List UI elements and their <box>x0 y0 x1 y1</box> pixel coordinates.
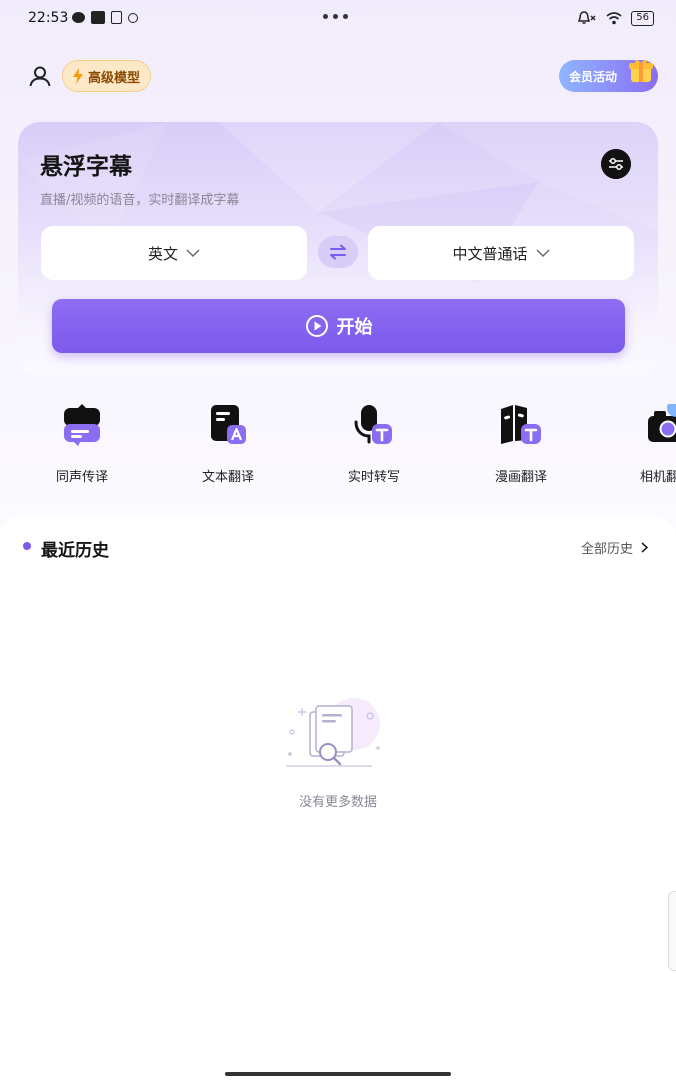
tool-comic-translation[interactable]: 漫画翻译 <box>466 404 576 485</box>
camera-icon <box>648 404 676 442</box>
chevron-down-icon <box>186 249 200 257</box>
source-language-select[interactable]: 英文 <box>41 226 307 280</box>
user-profile-icon[interactable] <box>28 64 52 88</box>
tool-text-translation[interactable]: 文本翻译 <box>173 404 283 485</box>
gift-icon <box>629 59 653 82</box>
record-icon <box>128 12 138 23</box>
advanced-model-badge[interactable]: 高级模型 <box>62 60 152 92</box>
start-label: 开始 <box>336 317 373 338</box>
status-bar: 22:53 56 <box>0 0 676 38</box>
chevron-right-icon <box>641 542 649 553</box>
chat-bubble-icon <box>64 404 100 446</box>
battery-icon: 56 <box>631 10 654 26</box>
section-dot <box>23 542 31 550</box>
more-dots-icon[interactable] <box>323 14 348 19</box>
start-button[interactable]: 开始 <box>52 299 625 353</box>
swap-languages-button[interactable] <box>318 236 358 268</box>
target-language-value: 中文普通话 <box>452 244 528 263</box>
nfc-icon <box>91 11 105 24</box>
card-title: 悬浮字幕 <box>40 154 132 180</box>
side-scroll-handle[interactable] <box>668 891 676 971</box>
recent-history-panel: 最近历史 全部历史 没有更多数据 <box>0 516 676 1080</box>
member-activity-label: 会员活动 <box>569 69 618 84</box>
settings-sliders-icon[interactable] <box>601 149 631 179</box>
empty-state-text: 没有更多数据 <box>298 795 377 810</box>
tool-label: 实时转写 <box>347 470 400 485</box>
floating-subtitle-card: 悬浮字幕 直播/视频的语音，实时翻译成字幕 英文 中文普通话 开始 <box>18 122 658 376</box>
tool-simultaneous-interpretation[interactable]: 同声传译 <box>27 404 137 485</box>
clipboard-icon <box>111 11 122 24</box>
history-title: 最近历史 <box>41 541 109 561</box>
tool-label: 文本翻译 <box>201 470 254 485</box>
wechat-icon <box>72 12 85 23</box>
bell-muted-icon <box>578 11 596 24</box>
home-indicator[interactable] <box>225 1072 451 1076</box>
status-time: 22:53 <box>28 10 69 26</box>
source-language-value: 英文 <box>147 244 178 263</box>
all-history-link[interactable]: 全部历史 <box>581 538 649 557</box>
lightning-icon <box>73 68 83 84</box>
status-system-icons: 56 <box>577 10 654 26</box>
tool-realtime-transcription[interactable]: 实时转写 <box>319 404 429 485</box>
tool-camera-translation[interactable]: 相机翻译 <box>612 404 676 485</box>
tool-label: 同声传译 <box>55 470 108 485</box>
all-history-label: 全部历史 <box>581 542 634 557</box>
comic-translate-icon <box>501 405 541 444</box>
mic-transcribe-icon <box>354 405 392 444</box>
swap-arrows-icon <box>330 244 346 260</box>
play-circle-icon <box>305 315 328 337</box>
status-notification-icons <box>72 11 138 24</box>
tool-label: 漫画翻译 <box>494 470 547 485</box>
document-translate-icon <box>211 405 246 444</box>
advanced-model-label: 高级模型 <box>88 70 141 86</box>
wifi-icon <box>606 11 622 24</box>
target-language-select[interactable]: 中文普通话 <box>368 226 634 280</box>
tool-label: 相机翻译 <box>640 470 676 485</box>
empty-document-illustration <box>286 698 380 767</box>
card-subtitle: 直播/视频的语音，实时翻译成字幕 <box>40 193 240 208</box>
chevron-down-icon <box>536 249 549 257</box>
member-activity-button[interactable]: 会员活动 <box>559 59 658 92</box>
